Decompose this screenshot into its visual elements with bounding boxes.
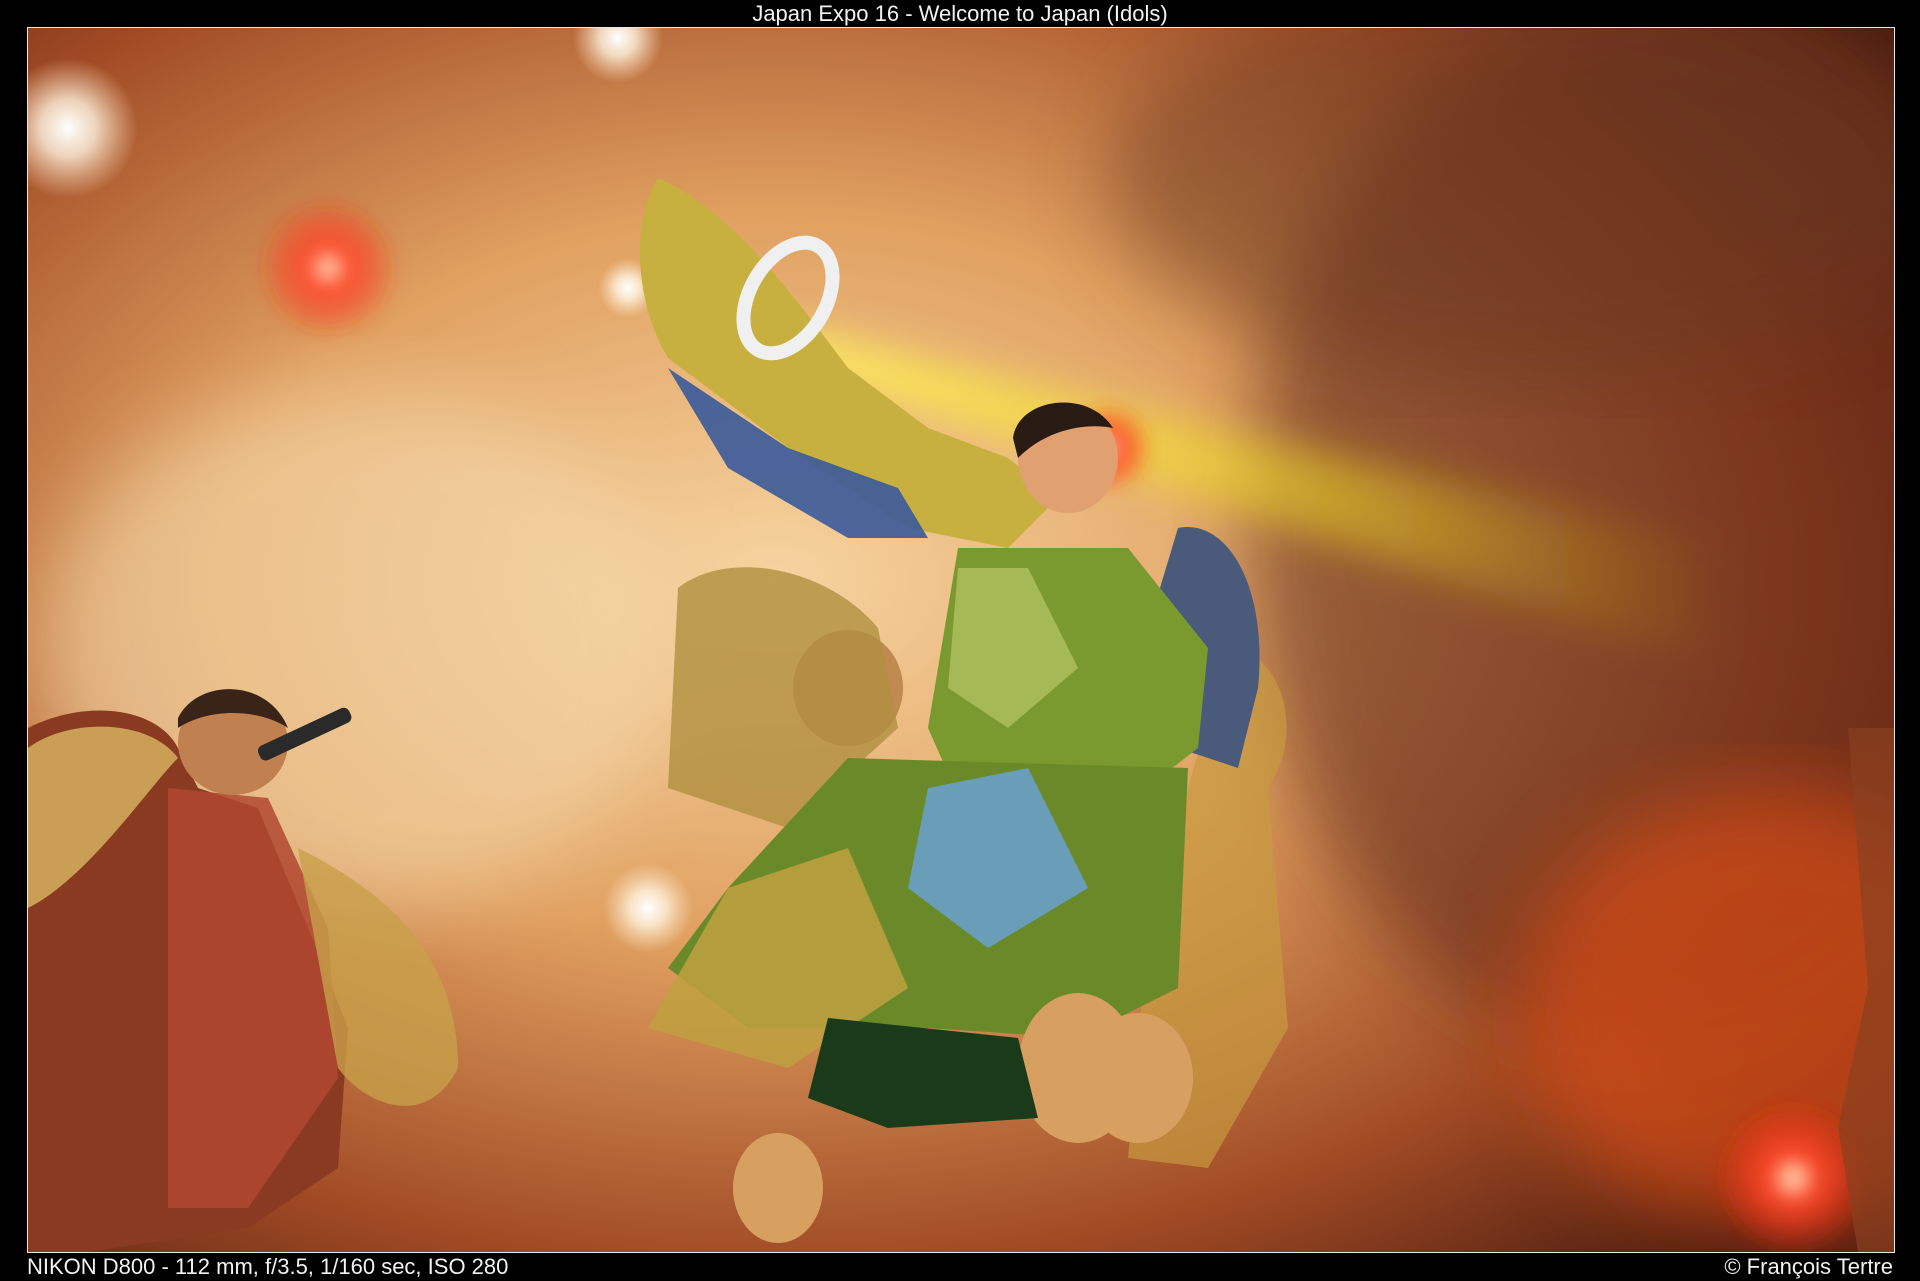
stage-photo (28, 28, 1894, 1252)
red-stage-light (258, 198, 398, 338)
white-stage-light (603, 863, 693, 953)
camera-exif: NIKON D800 - 112 mm, f/3.5, 1/160 sec, I… (27, 1254, 509, 1279)
photo-frame (27, 27, 1895, 1253)
photo-credit: © François Tertre (1724, 1254, 1893, 1279)
photo-title: Japan Expo 16 - Welcome to Japan (Idols) (752, 1, 1168, 26)
